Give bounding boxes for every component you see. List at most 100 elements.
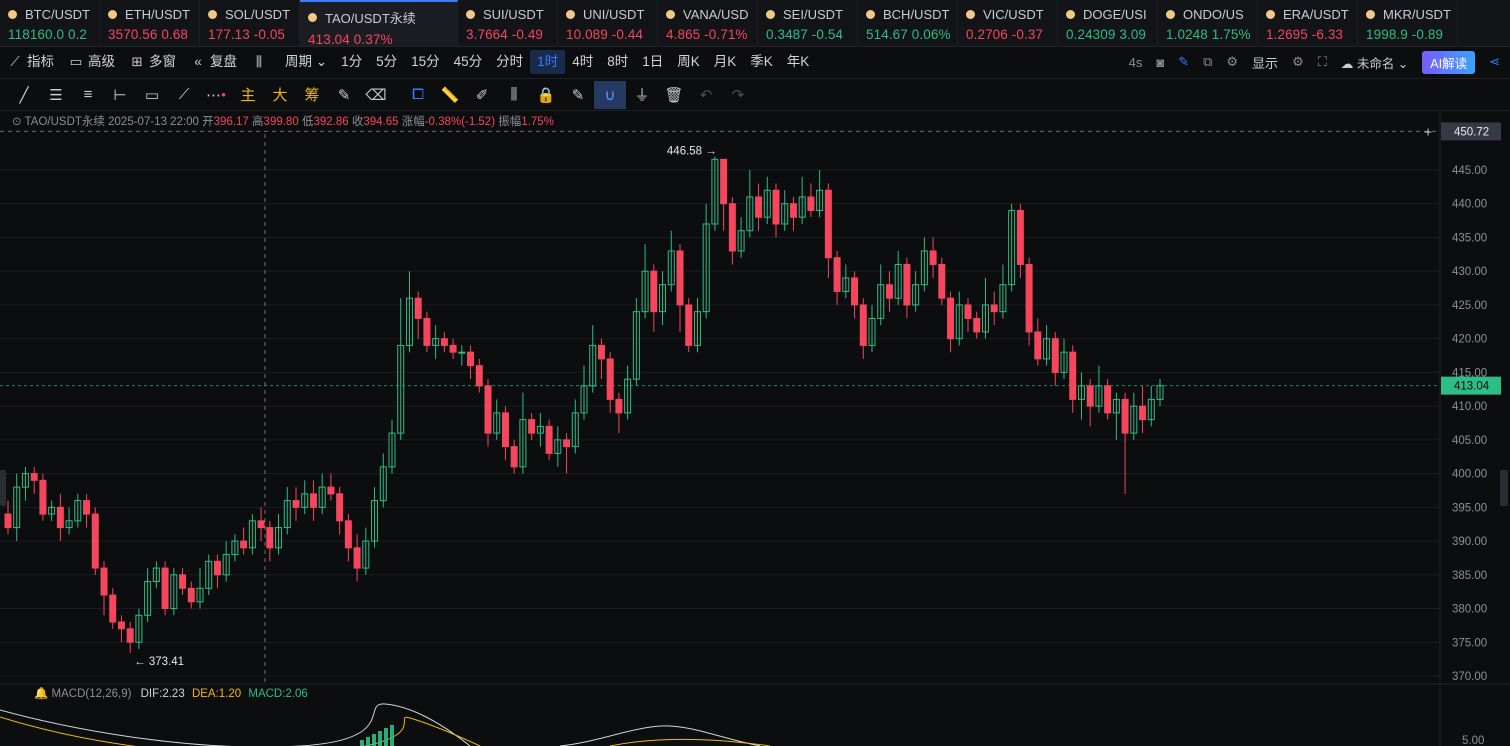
candle-body	[990, 304, 998, 313]
macd-dea-line-2	[609, 738, 771, 746]
coin-icon	[208, 10, 217, 20]
chip-button[interactable]: 筹	[296, 81, 328, 109]
candle-body	[1104, 385, 1112, 414]
ticker-change: -6.33	[1311, 27, 1344, 43]
ticker-7[interactable]: SEI/USDT 0.3487 -0.54	[758, 0, 858, 46]
indicator-button[interactable]: ⟋ 指标	[0, 50, 61, 74]
pencil-icon[interactable]: ✎	[1178, 54, 1189, 70]
interval-1[interactable]: 5分	[369, 50, 404, 74]
note-tool-icon[interactable]: ✎	[562, 81, 594, 109]
ticker-quote: 0.24309 3.09	[1066, 27, 1157, 42]
interval-6[interactable]: 4时	[565, 50, 600, 74]
interval-2[interactable]: 15分	[404, 50, 447, 74]
ticker-12[interactable]: ERA/USDT 1.2695 -6.33	[1258, 0, 1358, 46]
ticker-1[interactable]: ETH/USDT 3570.56 0.68	[100, 0, 200, 46]
interval-9[interactable]: 周K	[670, 50, 707, 74]
redo-icon[interactable]: ↷	[722, 81, 754, 109]
replay-button[interactable]: « 复盘	[183, 50, 244, 74]
replay-label: 复盘	[210, 54, 237, 69]
candle-body	[824, 189, 832, 259]
ticker-11[interactable]: ONDO/US 1.0248 1.75%	[1158, 0, 1258, 46]
candle-body	[1121, 398, 1129, 434]
interval-7[interactable]: 8时	[600, 50, 635, 74]
magnet-tool-icon[interactable]: ∪	[594, 80, 626, 109]
coin-icon	[866, 10, 875, 20]
chart-type-button[interactable]: ⫼	[244, 50, 278, 74]
coin-icon	[1066, 10, 1075, 20]
ray-tool-icon[interactable]: ⊢	[104, 81, 136, 109]
ticker-3[interactable]: TAO/USDT永续 413.04 0.37%	[300, 0, 458, 46]
ticker-4[interactable]: SUI/USDT 3.7664 -0.49	[458, 0, 558, 46]
parallel-lines-tool-icon[interactable]: ☰	[40, 81, 72, 109]
display-button[interactable]: 显示	[1252, 53, 1278, 72]
ticker-change: -0.37	[1011, 27, 1044, 43]
ticker-0[interactable]: BTC/USDT 118160.0 0.2	[0, 0, 100, 46]
advanced-button[interactable]: ▭ 高级	[61, 50, 122, 74]
fullscreen-icon[interactable]: ⛶	[1318, 54, 1327, 70]
rectangle-tool-icon[interactable]: ▭	[136, 81, 168, 109]
candlestick-chart[interactable]: 445.00440.00435.00430.00425.00420.00415.…	[0, 112, 1510, 746]
macd-dif-line-2	[559, 725, 761, 746]
ticker-symbol: BTC/USDT	[25, 7, 90, 23]
share-icon[interactable]: ⋖	[1489, 54, 1500, 70]
camera-icon[interactable]: ◙	[1156, 55, 1164, 70]
eraser-tool-icon[interactable]: ⌫	[360, 81, 392, 109]
refresh-interval[interactable]: 4s	[1129, 55, 1143, 70]
ticker-change: 0.06%	[911, 27, 951, 43]
ticker-2[interactable]: SOL/USDT 177.13 -0.05	[200, 0, 300, 46]
interval-8[interactable]: 1日	[635, 50, 670, 74]
multi-window-button[interactable]: ⊞ 多窗	[122, 50, 183, 74]
collapse-icon[interactable]: ⊙	[12, 116, 22, 128]
interval-5[interactable]: 1时	[530, 50, 566, 74]
chart-line-icon: ⟋	[10, 54, 20, 69]
undo-icon[interactable]: ↶	[690, 81, 722, 109]
period-dropdown[interactable]: 周期 ⌄	[278, 50, 334, 74]
bell-icon[interactable]: 🔔	[34, 688, 48, 700]
ticker-quote: 1.2695 -6.33	[1266, 27, 1357, 42]
ticker-10[interactable]: DOGE/USI 0.24309 3.09	[1058, 0, 1158, 46]
ticker-bar: BTC/USDT 118160.0 0.2 ETH/USDT 3570.56 0.68…	[0, 0, 1510, 47]
measure-tool-icon[interactable]: ⟋	[168, 81, 200, 109]
ticker-9[interactable]: VIC/USDT 0.2706 -0.37	[958, 0, 1058, 46]
more-tools-icon[interactable]: ⋯ ●	[200, 81, 232, 109]
candle-body	[947, 297, 955, 340]
big-order-button[interactable]: 大	[264, 81, 296, 109]
ticker-change: -0.89	[1411, 27, 1444, 43]
advanced-label: 高级	[88, 54, 115, 69]
ticker-5[interactable]: UNI/USDT 10.089 -0.44	[558, 0, 658, 46]
interval-12[interactable]: 年K	[780, 50, 817, 74]
edit-tool-icon[interactable]: ✎	[328, 81, 360, 109]
filter-tool-icon[interactable]: ⏚	[626, 81, 658, 109]
ticker-8[interactable]: BCH/USDT 514.67 0.06%	[858, 0, 958, 46]
y-tick-label: 425.00	[1452, 300, 1487, 312]
interval-4[interactable]: 分时	[489, 50, 530, 74]
settings-icon[interactable]: ⚙	[1226, 54, 1238, 70]
interval-0[interactable]: 1分	[334, 50, 369, 74]
ticker-price: 10.089	[566, 27, 608, 43]
ticker-symbol: ONDO/US	[1183, 7, 1244, 23]
y-tick-label: 430.00	[1452, 266, 1487, 278]
layout-selector[interactable]: ☁ 未命名 ⌄	[1341, 53, 1408, 72]
delete-tool-icon[interactable]: 🗑	[658, 81, 690, 109]
main-indicator-button[interactable]: 主	[232, 81, 264, 109]
candle-body	[257, 520, 265, 529]
interval-10[interactable]: 月K	[707, 50, 744, 74]
bars-tool-icon[interactable]: ⫼	[498, 81, 530, 109]
ai-interpret-button[interactable]: AI解读	[1422, 50, 1476, 74]
lock-tool-icon[interactable]: 🔒	[530, 81, 562, 109]
popout-icon[interactable]: ⧉	[1203, 54, 1212, 70]
ticker-13[interactable]: MKR/USDT 1998.9 -0.89	[1358, 0, 1458, 46]
gear-icon[interactable]: ⚙	[1292, 54, 1304, 70]
macd-bar	[390, 725, 394, 746]
trendline-tool-icon[interactable]: ╱	[8, 81, 40, 109]
info-symbol: TAO/USDT永续	[24, 116, 105, 128]
copy-tool-icon[interactable]: ⧠	[402, 81, 434, 109]
ruler-tool-icon[interactable]: 📏	[434, 81, 466, 109]
brush-tool-icon[interactable]: ✐	[466, 81, 498, 109]
interval-3[interactable]: 45分	[447, 50, 490, 74]
interval-11[interactable]: 季K	[743, 50, 780, 74]
ticker-price: 3.7664	[466, 27, 508, 43]
horizontal-lines-tool-icon[interactable]: ≡	[72, 81, 104, 109]
chart-area[interactable]: 445.00 440.00 435.00 430.00 425.00 420.00 415.…	[0, 112, 1510, 746]
ticker-6[interactable]: VANA/USD 4.865 -0.71%	[658, 0, 758, 46]
